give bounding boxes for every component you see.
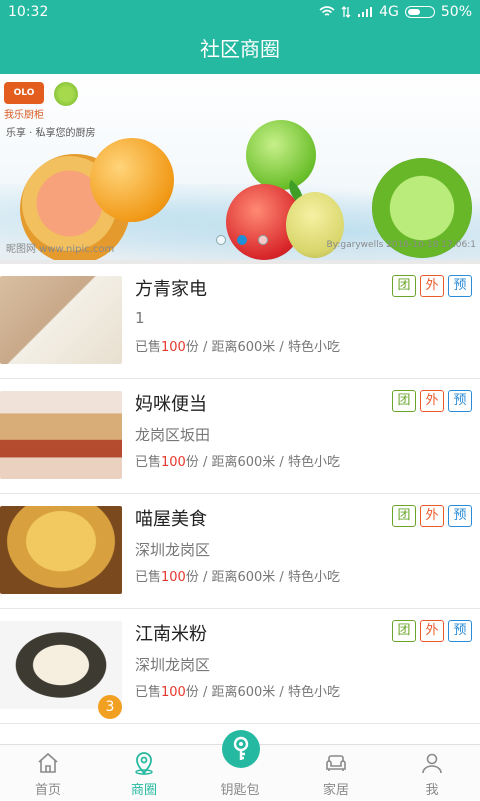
- store-meta: 已售100份 / 距离600米 / 特色小吃: [135, 570, 340, 585]
- store-tags: 团 外 预: [392, 620, 472, 642]
- promo-banner[interactable]: OLO 我乐厨柜 乐享 · 私享您的厨房 昵图网 www.nipic.com B…: [0, 74, 480, 260]
- store-thumbnail: [0, 276, 122, 364]
- tag-delivery: 外: [420, 275, 444, 297]
- network-type: 4G: [379, 4, 399, 20]
- status-time: 10:32: [8, 4, 49, 20]
- carousel-dot[interactable]: [258, 235, 268, 245]
- tab-business-circle[interactable]: 商圈: [96, 745, 192, 801]
- store-address: 深圳龙岗区: [135, 541, 211, 559]
- tab-me-label: 我: [425, 783, 439, 798]
- tab-me[interactable]: 我: [384, 745, 480, 801]
- brand-logo-text: 我乐厨柜: [4, 110, 44, 121]
- banner-watermark-right: By:garywells 2016-10-18 17:06:1: [326, 240, 476, 250]
- tag-group-buy: 团: [392, 505, 416, 527]
- store-name: 江南米粉: [135, 624, 207, 645]
- store-name: 喵屋美食: [135, 509, 207, 530]
- store-meta: 已售100份 / 距离600米 / 特色小吃: [135, 340, 340, 355]
- tag-group-buy: 团: [392, 275, 416, 297]
- carousel-dot-active[interactable]: [237, 235, 247, 245]
- brand-logo: OLO: [4, 82, 44, 104]
- store-thumbnail: [0, 506, 122, 594]
- sold-count: 100: [161, 685, 186, 700]
- tag-delivery: 外: [420, 620, 444, 642]
- store-address: 1: [135, 309, 145, 327]
- store-item[interactable]: 方青家电 1 已售100份 / 距离600米 / 特色小吃 团 外 预: [0, 264, 480, 379]
- store-thumbnail: [0, 391, 122, 479]
- store-list: 方青家电 1 已售100份 / 距离600米 / 特色小吃 团 外 预 妈咪便当…: [0, 264, 480, 724]
- tag-reservation: 预: [448, 390, 472, 412]
- store-item[interactable]: 妈咪便当 龙岗区坂田 已售100份 / 距离600米 / 特色小吃 团 外 预: [0, 379, 480, 494]
- store-meta: 已售100份 / 距离600米 / 特色小吃: [135, 455, 340, 470]
- sold-count: 100: [161, 340, 186, 355]
- notification-badge: 3: [98, 695, 122, 719]
- store-address: 龙岗区坂田: [135, 426, 211, 444]
- store-item[interactable]: 喵屋美食 深圳龙岗区 已售100份 / 距离600米 / 特色小吃 团 外 预: [0, 494, 480, 609]
- wifi-icon: [319, 6, 335, 16]
- status-right: 4G 50%: [319, 4, 472, 20]
- battery-icon: [404, 6, 435, 18]
- sofa-icon: [326, 755, 346, 771]
- store-item[interactable]: 3 江南米粉 深圳龙岗区 已售100份 / 距离600米 / 特色小吃 团 外 …: [0, 609, 480, 724]
- tag-group-buy: 团: [392, 620, 416, 642]
- tab-home-label: 首页: [34, 783, 61, 798]
- orange-image: [90, 138, 174, 222]
- key-icon: [233, 736, 249, 760]
- data-arrows-icon: [341, 6, 351, 18]
- tab-home-furnishing[interactable]: 家居: [288, 745, 384, 801]
- signal-icon: [358, 7, 373, 17]
- green-apple-image: [246, 120, 316, 190]
- location-icon: [135, 752, 153, 775]
- store-meta: 已售100份 / 距离600米 / 特色小吃: [135, 685, 340, 700]
- tag-reservation: 预: [448, 275, 472, 297]
- carousel-indicator: [216, 235, 268, 245]
- store-address: 深圳龙岗区: [135, 656, 211, 674]
- tag-reservation: 预: [448, 620, 472, 642]
- tab-home[interactable]: 首页: [0, 745, 96, 801]
- sold-count: 100: [161, 570, 186, 585]
- store-tags: 团 外 预: [392, 275, 472, 297]
- battery-percent: 50%: [440, 4, 472, 20]
- tag-reservation: 预: [448, 505, 472, 527]
- store-tags: 团 外 预: [392, 505, 472, 527]
- tab-home-furnishing-label: 家居: [322, 783, 349, 798]
- store-tags: 团 外 预: [392, 390, 472, 412]
- home-icon: [38, 752, 58, 773]
- tab-keys-label: 钥匙包: [220, 783, 260, 798]
- banner-watermark: 昵图网 www.nipic.com: [6, 244, 115, 255]
- key-button[interactable]: [222, 730, 260, 768]
- person-icon: [422, 753, 442, 774]
- tab-business-circle-label: 商圈: [130, 783, 157, 798]
- status-bar: 10:32 4G 50%: [0, 0, 480, 25]
- kiwi-logo-icon: [54, 82, 78, 106]
- tag-delivery: 外: [420, 505, 444, 527]
- sold-count: 100: [161, 455, 186, 470]
- store-name: 方青家电: [135, 279, 207, 300]
- carousel-dot[interactable]: [216, 235, 226, 245]
- tag-delivery: 外: [420, 390, 444, 412]
- tag-group-buy: 团: [392, 390, 416, 412]
- page-title: 社区商圈: [0, 25, 480, 74]
- store-name: 妈咪便当: [135, 394, 207, 415]
- banner-slogan: 乐享 · 私享您的厨房: [6, 128, 96, 139]
